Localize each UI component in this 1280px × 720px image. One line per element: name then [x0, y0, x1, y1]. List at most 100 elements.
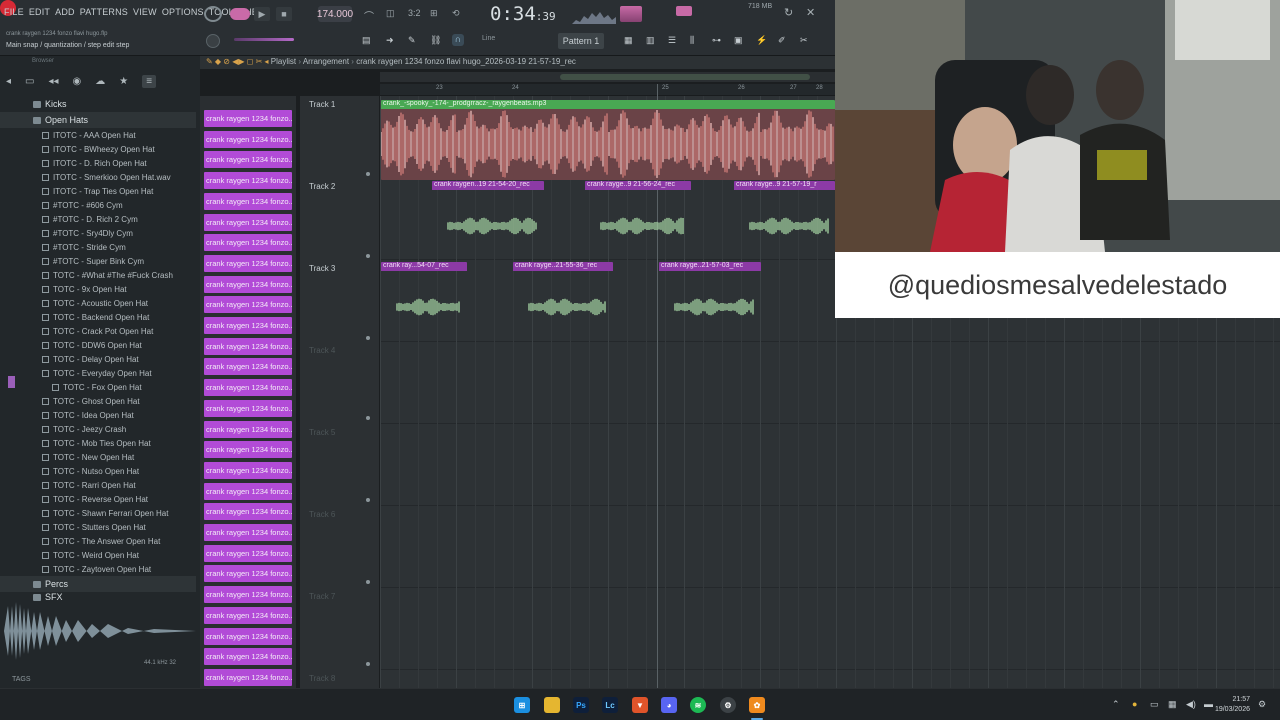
blend-notes-icon[interactable]: ⊞: [430, 8, 444, 20]
browser-file-item[interactable]: ITOTC - D. Rich Open Hat: [0, 156, 196, 170]
tray-chevron-icon[interactable]: ⌃: [1112, 699, 1120, 710]
track-lane[interactable]: [380, 588, 1280, 670]
channel-button[interactable]: crank raygen 1234 fonzo...: [204, 110, 292, 127]
search-icon[interactable]: ◉: [73, 76, 82, 87]
channel-button[interactable]: crank raygen 1234 fonzo...: [204, 192, 292, 210]
menu-patterns[interactable]: PATTERNS: [80, 7, 128, 17]
file-icon[interactable]: ▭: [25, 76, 34, 87]
browser-file-item[interactable]: #TOTC - Stride Cym: [0, 240, 196, 254]
track-name[interactable]: Track 7: [309, 592, 335, 601]
file-explorer-icon[interactable]: [544, 697, 560, 713]
master-pitch-bar[interactable]: [676, 6, 692, 16]
brush-icon[interactable]: ✐: [778, 35, 786, 46]
browser-file-item[interactable]: TOTC - Nutso Open Hat: [0, 464, 196, 478]
photoshop-icon[interactable]: Ps: [573, 697, 589, 713]
fl-studio-icon[interactable]: ✿: [749, 697, 765, 713]
play-button[interactable]: ▶: [254, 7, 270, 21]
channel-button[interactable]: crank raygen 1234 fonzo...: [204, 420, 292, 438]
track-mute-dot[interactable]: [366, 662, 370, 666]
magnet-icon[interactable]: ∩: [452, 34, 464, 46]
channel-button[interactable]: crank raygen 1234 fonzo...: [204, 254, 292, 272]
metronome-icon[interactable]: ⌒: [364, 8, 378, 23]
track-mute-dot[interactable]: [366, 416, 370, 420]
network-icon[interactable]: ▦: [1168, 699, 1177, 710]
channel-button[interactable]: crank raygen 1234 fonzo...: [204, 503, 292, 521]
browser-file-item[interactable]: ITOTC - Trap Ties Open Hat: [0, 184, 196, 198]
folder-percs[interactable]: Percs: [0, 576, 196, 592]
browser-file-item[interactable]: TOTC - The Answer Open Hat: [0, 534, 196, 548]
channel-button[interactable]: crank raygen 1234 fonzo...: [204, 586, 292, 604]
playlist-icons[interactable]: ✎ ◆ ⊘ ◀▶ ◻ ✂ ◂: [206, 57, 271, 66]
channel-button[interactable]: crank raygen 1234 fonzo...: [204, 441, 292, 459]
channel-rack-icon[interactable]: ▥: [646, 35, 655, 46]
browser-file-item[interactable]: TOTC - 9x Open Hat: [0, 282, 196, 296]
recording-clip[interactable]: crank rayge..9 21-56-24_rec: [585, 181, 691, 261]
channel-button[interactable]: crank raygen 1234 fonzo...: [204, 668, 292, 686]
snap-mode-select[interactable]: Line: [482, 35, 495, 42]
channel-button[interactable]: crank raygen 1234 fonzo...: [204, 151, 292, 169]
volume-icon[interactable]: ◀): [1186, 699, 1196, 710]
browser-file-item[interactable]: TOTC - Delay Open Hat: [0, 352, 196, 366]
browser-file-item[interactable]: TOTC - Stutters Open Hat: [0, 520, 196, 534]
browser-file-item[interactable]: TOTC - New Open Hat: [0, 450, 196, 464]
pattern-selector[interactable]: Pattern 1: [558, 33, 604, 49]
recording-clip[interactable]: crank rayge..21-57-03_rec: [659, 262, 761, 342]
microphone-icon[interactable]: ●: [1132, 699, 1137, 709]
menu-options[interactable]: OPTIONS: [162, 7, 204, 17]
channel-button[interactable]: crank raygen 1234 fonzo...: [204, 317, 292, 334]
collapse-icon[interactable]: ◂◂: [48, 76, 58, 87]
audio-clip[interactable]: crank_-spooky_-174-_prodgrracz-_raygenbe…: [381, 100, 835, 180]
channel-button[interactable]: crank raygen 1234 fonzo...: [204, 213, 292, 231]
refresh-icon[interactable]: ↻: [784, 6, 793, 19]
plugin-icon[interactable]: ⚡: [756, 35, 767, 46]
cloud-icon[interactable]: ☁: [95, 76, 105, 87]
browser-file-item[interactable]: TOTC - Rarri Open Hat: [0, 478, 196, 492]
channel-button[interactable]: crank raygen 1234 fonzo...: [204, 234, 292, 252]
browser-file-item[interactable]: #TOTC - Super Bink Cym: [0, 254, 196, 268]
tempo-display[interactable]: 174.000: [317, 6, 353, 22]
browser-file-item[interactable]: TOTC - Shawn Ferrari Open Hat: [0, 506, 196, 520]
recording-clip[interactable]: crank rayge..9 21-57-19_r: [734, 181, 835, 261]
track-name[interactable]: Track 2: [309, 182, 335, 191]
recording-clip[interactable]: crank ray...54-07_rec: [381, 262, 467, 342]
browser-file-item[interactable]: #TOTC - #606 Cym: [0, 198, 196, 212]
channel-button[interactable]: crank raygen 1234 fonzo...: [204, 296, 292, 314]
browser-file-item[interactable]: TOTC - Weird Open Hat: [0, 548, 196, 562]
browser-file-item[interactable]: ITOTC - AAA Open Hat: [0, 128, 196, 142]
recording-clip[interactable]: crank rayge..21-55-36_rec: [513, 262, 613, 342]
browser-file-item[interactable]: TOTC - Ghost Open Hat: [0, 394, 196, 408]
loop-record-icon[interactable]: ⟲: [452, 8, 466, 20]
piano-roll-icon[interactable]: ▦: [624, 35, 633, 46]
windows-start-icon[interactable]: ⊞: [514, 697, 530, 713]
track-name[interactable]: Track 6: [309, 510, 335, 519]
menu-view[interactable]: VIEW: [133, 7, 157, 17]
recording-clip[interactable]: crank raygen..19 21-54-20_rec: [432, 181, 544, 261]
channel-button[interactable]: crank raygen 1234 fonzo...: [204, 565, 292, 583]
arrow-left-icon[interactable]: ◂: [6, 76, 11, 87]
clipboard-icon[interactable]: ▣: [734, 35, 743, 46]
channel-button[interactable]: crank raygen 1234 fonzo...: [204, 358, 292, 376]
browser-file-item[interactable]: ITOTC - Smerkioo Open Hat.wav: [0, 170, 196, 184]
browser-file-item[interactable]: #TOTC - Sry4Dly Cym: [0, 226, 196, 240]
channel-button[interactable]: crank raygen 1234 fonzo...: [204, 524, 292, 541]
stop-button[interactable]: ■: [276, 7, 292, 21]
arrow-next-icon[interactable]: ➜: [386, 35, 394, 46]
channel-button[interactable]: crank raygen 1234 fonzo...: [204, 606, 292, 624]
star-icon[interactable]: ★: [119, 76, 128, 87]
channel-button[interactable]: crank raygen 1234 fonzo...: [204, 648, 292, 666]
browser-file-item[interactable]: TOTC - DDW6 Open Hat: [0, 338, 196, 352]
browser-file-item[interactable]: TOTC - Jeezy Crash: [0, 422, 196, 436]
browser-file-item[interactable]: #TOTC - D. Rich 2 Cym: [0, 212, 196, 226]
track-name[interactable]: Track 5: [309, 428, 335, 437]
usb-icon[interactable]: ▭: [1150, 699, 1159, 710]
track-lane[interactable]: [380, 424, 1280, 506]
channel-button[interactable]: crank raygen 1234 fonzo...: [204, 399, 292, 417]
track-mute-dot[interactable]: [366, 580, 370, 584]
browser-file-item[interactable]: TOTC - Crack Pot Open Hat: [0, 324, 196, 338]
folder-kicks[interactable]: Kicks: [0, 96, 196, 112]
channel-button[interactable]: crank raygen 1234 fonzo...: [204, 379, 292, 397]
pat-song-switch[interactable]: [230, 8, 250, 20]
folder-open-hats[interactable]: Open Hats: [0, 112, 196, 128]
menu-add[interactable]: ADD: [55, 7, 75, 17]
close-icon[interactable]: ✕: [806, 6, 815, 19]
